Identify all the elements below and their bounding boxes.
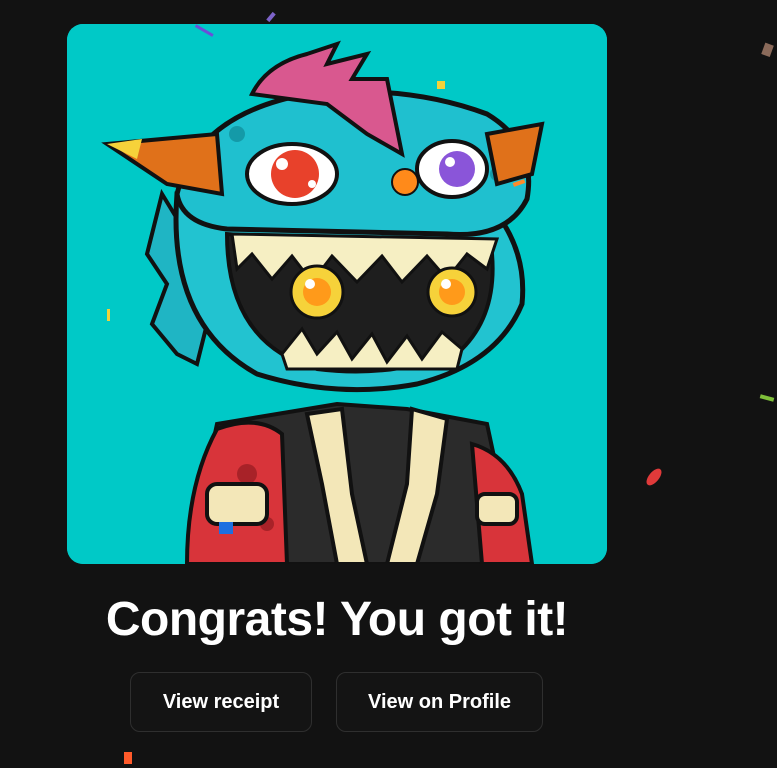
- confetti-piece: [646, 468, 662, 486]
- nft-artwork: [67, 24, 607, 564]
- confetti-piece: [512, 179, 526, 187]
- monster-illustration: [67, 24, 607, 564]
- confetti-piece: [124, 752, 132, 764]
- confetti-piece: [759, 394, 775, 402]
- congrats-heading: Congrats! You got it!: [105, 593, 569, 646]
- confetti-piece: [194, 24, 214, 37]
- action-buttons: View receipt View on Profile: [130, 672, 543, 732]
- confetti-piece: [107, 309, 110, 321]
- purchase-success-screen: Congrats! You got it! View receipt View …: [0, 0, 777, 768]
- confetti-piece: [761, 42, 774, 58]
- confetti-piece: [266, 11, 276, 23]
- view-receipt-button[interactable]: View receipt: [130, 672, 312, 732]
- view-on-profile-button[interactable]: View on Profile: [336, 672, 543, 732]
- confetti-piece: [437, 81, 445, 89]
